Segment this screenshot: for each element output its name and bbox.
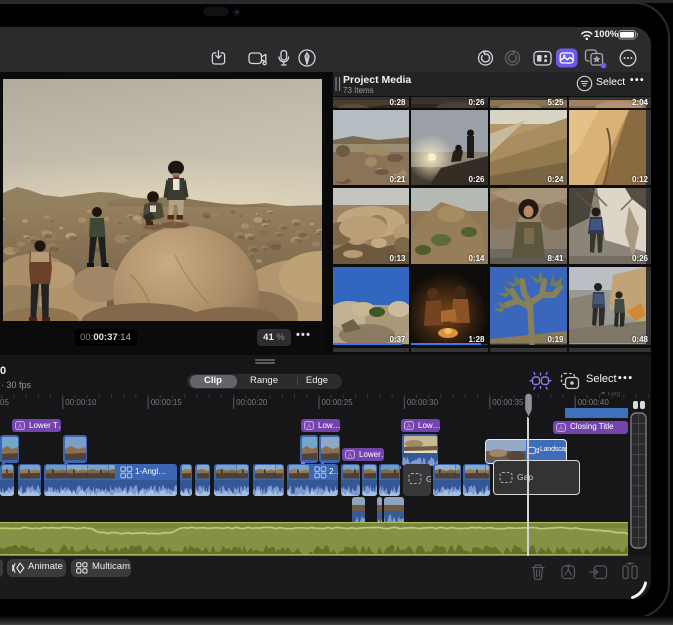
svg-text:A: A (18, 424, 22, 430)
svg-text:00:00:35: 00:00:35 (492, 398, 524, 407)
svg-text:05: 05 (0, 398, 9, 407)
svg-text:00:00:15: 00:00:15 (151, 398, 183, 407)
svg-text:⚑ Flag: ⚑ Flag (600, 392, 621, 398)
svg-text:A: A (559, 425, 563, 431)
svg-text:A: A (348, 453, 352, 459)
svg-text:A: A (307, 424, 311, 430)
svg-text:00:00:30: 00:00:30 (407, 398, 439, 407)
svg-text:A: A (407, 424, 411, 430)
svg-text:00:00:40: 00:00:40 (578, 398, 610, 407)
svg-text:00:00:10: 00:00:10 (65, 398, 97, 407)
svg-text:00:00:25: 00:00:25 (322, 398, 354, 407)
svg-text:00:00:20: 00:00:20 (236, 398, 268, 407)
